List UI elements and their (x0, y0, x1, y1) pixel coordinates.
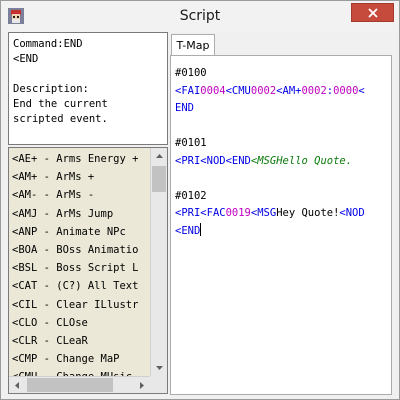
command-list-item[interactable]: <AM+ - ArMs + (9, 168, 150, 186)
script-token: <END (225, 154, 251, 167)
command-list[interactable]: <AE+ - Arms Energy + <AM+ - ArMs + <AM- - … (8, 147, 168, 394)
close-icon (368, 8, 378, 18)
vertical-scroll-thumb[interactable] (152, 166, 166, 192)
command-list-item[interactable]: <CLR - CLeaR (9, 332, 150, 350)
command-info-box: Command:END <END Description: End the curre… (8, 32, 168, 145)
title-bar[interactable]: Script (1, 1, 399, 31)
command-list-vertical-scrollbar[interactable] (150, 148, 167, 376)
script-window: Script Command:END <END Description: End th… (0, 0, 400, 400)
command-list-item[interactable]: <BSL - Boss Script L (9, 259, 150, 277)
script-line: <PRI<FAC0019<MSGHey Quote!<NOD (175, 205, 389, 223)
script-token: #0102 (175, 189, 207, 202)
command-info-line: <END (13, 53, 39, 65)
script-line: END (175, 100, 389, 118)
command-list-item[interactable]: <CMU - Change MUsic (9, 368, 150, 376)
text-caret (200, 222, 202, 236)
script-token: <AM+ (276, 84, 302, 97)
script-token: #0100 (175, 67, 207, 79)
arrow-left-icon[interactable] (9, 377, 26, 393)
command-list-item[interactable]: <CMP - Change MaP (9, 350, 150, 368)
script-token: <FAC (200, 207, 226, 219)
command-info-line: End the current (13, 98, 108, 110)
script-token: < (358, 84, 365, 97)
script-line: <END (175, 222, 389, 241)
command-info-line: Description: (13, 83, 89, 95)
script-token: 0002 (301, 84, 327, 97)
arrow-down-icon[interactable] (151, 359, 167, 376)
script-token: 0004 (200, 84, 226, 97)
command-list-items: <AE+ - Arms Energy + <AM+ - ArMs + <AM- - … (9, 150, 150, 376)
script-line (175, 170, 389, 188)
command-list-item[interactable]: <AM- - ArMs - (9, 186, 150, 204)
script-line: #0101 (175, 135, 389, 153)
window-title: Script (179, 8, 221, 24)
script-token: <NOD (200, 154, 226, 167)
script-token: <MSG (250, 154, 277, 167)
command-list-item[interactable]: <CIL - Clear ILlustr (9, 296, 150, 314)
command-info-line: Command:END (13, 38, 83, 50)
script-token: <PRI (175, 207, 201, 219)
script-token: Hey Quote! (276, 207, 340, 219)
command-list-item[interactable]: <CLO - CLOse (9, 314, 150, 332)
horizontal-scroll-thumb[interactable] (27, 378, 113, 392)
arrow-right-icon[interactable] (133, 377, 150, 393)
script-line (175, 118, 389, 136)
script-line: <FAI0004<CMU0002<AM+0002:0000< (175, 83, 389, 101)
script-line: #0102 (175, 188, 389, 206)
script-text[interactable]: #0100 <FAI0004<CMU0002<AM+0002:0000< END #0… (175, 65, 389, 240)
command-info-line: scripted event. (13, 113, 108, 125)
tab-t-map[interactable]: T-Map (171, 34, 215, 56)
script-token: END (175, 102, 194, 114)
script-token: <PRI (175, 154, 201, 167)
command-list-item[interactable]: <AE+ - Arms Energy + (9, 150, 150, 168)
command-list-horizontal-scrollbar[interactable] (9, 376, 150, 393)
command-info-line (13, 67, 167, 82)
close-button[interactable] (351, 3, 394, 22)
command-list-item[interactable]: <BOA - BOss Animatio (9, 241, 150, 259)
command-list-item[interactable]: <AMJ - ArMs Jump (9, 205, 150, 223)
script-token: <CMU (225, 84, 251, 97)
script-token: #0101 (175, 137, 207, 149)
script-token: 0000 (333, 84, 359, 97)
scrollbar-corner (150, 376, 167, 393)
script-token: 0019 (225, 207, 251, 219)
script-token: <NOD (339, 207, 365, 219)
script-token: <FAI (175, 84, 201, 97)
script-line: <PRI<NOD<END<MSGHello Quote. (175, 153, 389, 171)
script-token: <MSG (250, 207, 277, 219)
script-editor[interactable]: #0100 <FAI0004<CMU0002<AM+0002:0000< END #0… (170, 55, 392, 395)
command-list-item[interactable]: <ANP - Animate NPc (9, 223, 150, 241)
command-list-item[interactable]: <CAT - (C?) All Text (9, 277, 150, 295)
script-line: #0100 (175, 65, 389, 83)
script-token: 0002 (250, 84, 277, 97)
script-token: Hello Quote. (276, 154, 353, 167)
script-token: <END (175, 224, 201, 237)
arrow-up-icon[interactable] (151, 148, 167, 165)
